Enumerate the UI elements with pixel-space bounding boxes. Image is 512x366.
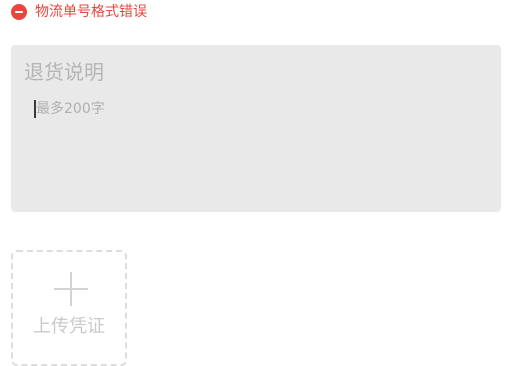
minus-circle-icon	[11, 4, 27, 20]
upload-proof-button[interactable]: 上传凭证	[11, 250, 127, 366]
error-message: 物流单号格式错误	[35, 4, 147, 20]
return-description-title: 退货说明	[24, 60, 104, 84]
plus-icon	[54, 272, 88, 306]
return-description-placeholder: 最多200字	[36, 101, 105, 117]
return-description-input[interactable]: 最多200字	[34, 99, 105, 119]
upload-proof-label: 上传凭证	[33, 316, 105, 337]
logistics-number-error: 物流单号格式错误	[11, 3, 147, 21]
